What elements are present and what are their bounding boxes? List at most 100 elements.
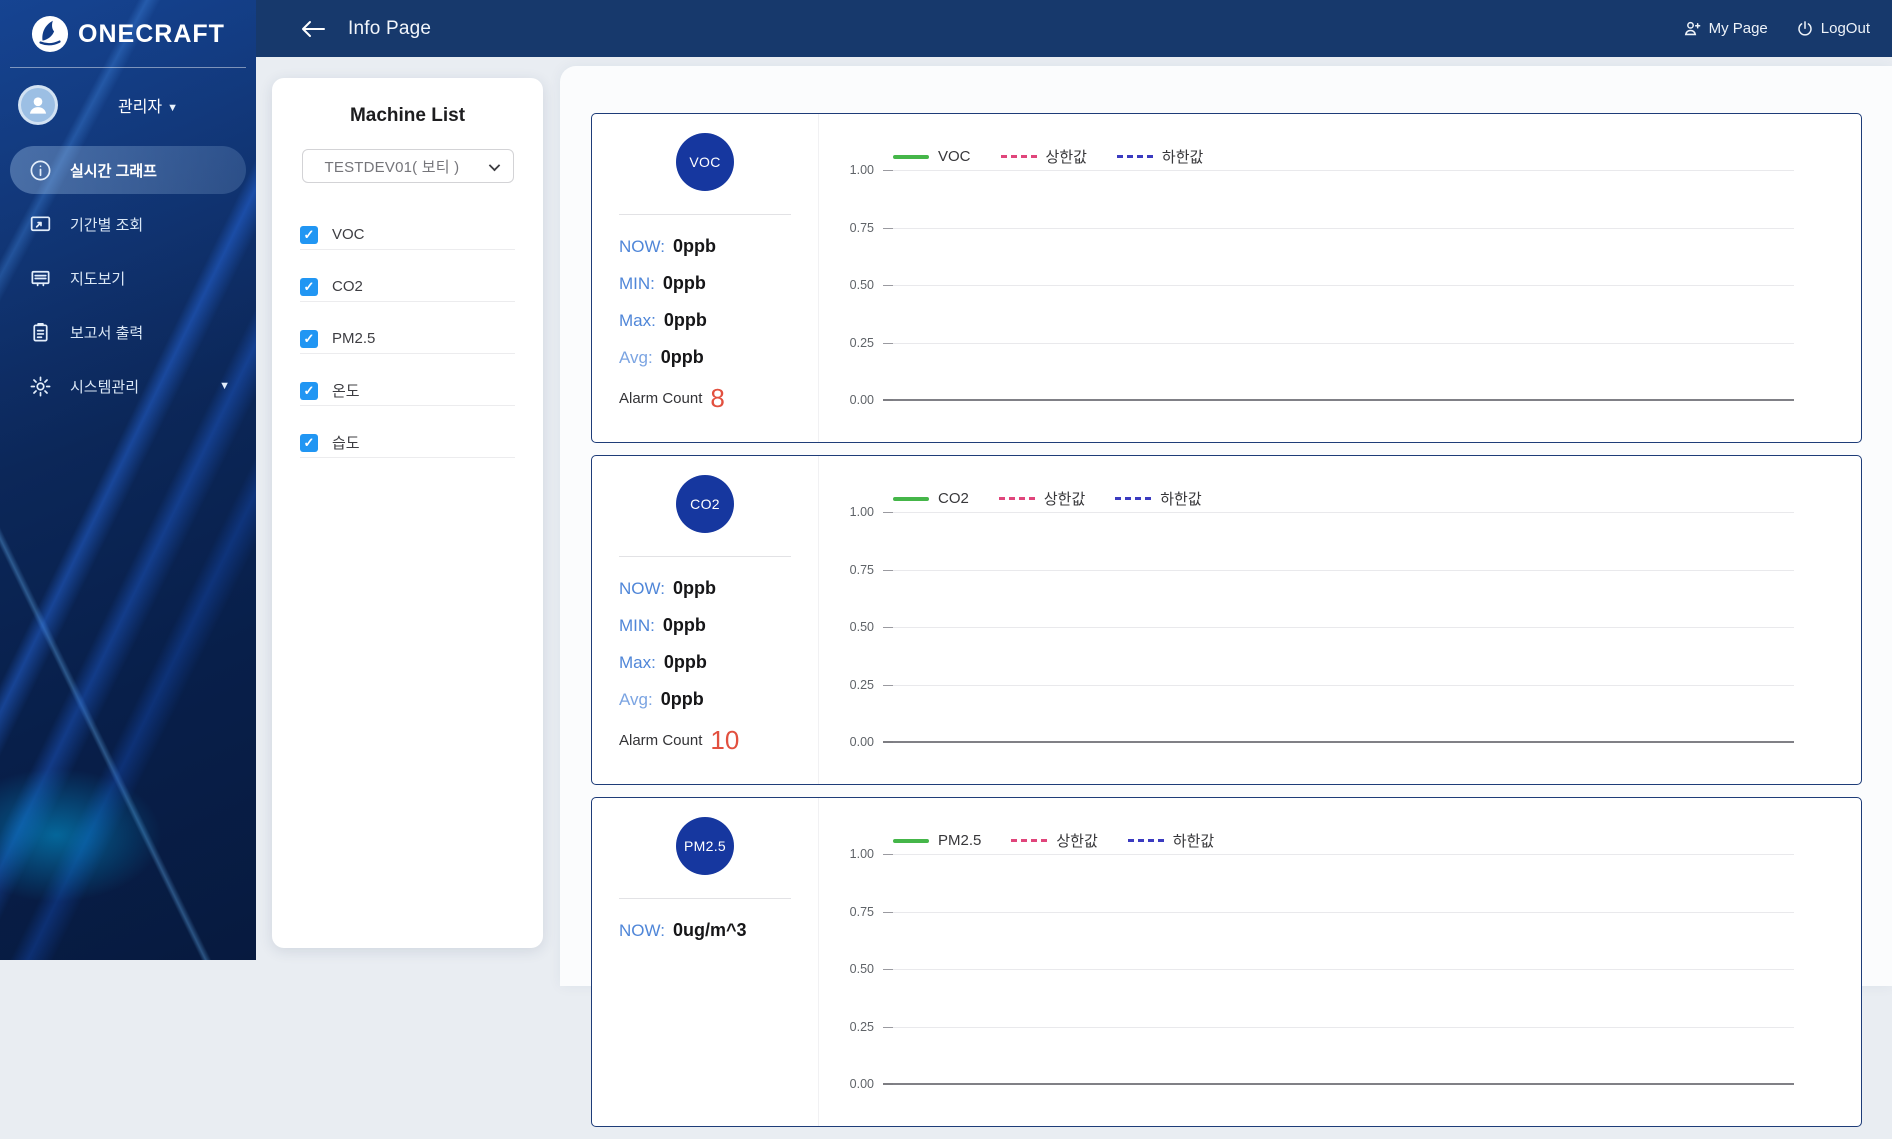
my-page-label: My Page xyxy=(1708,20,1768,37)
y-tick: 0.50 xyxy=(849,962,874,976)
sensor-badge: PM2.5 xyxy=(676,817,734,875)
screen-share-icon xyxy=(28,212,52,236)
checkbox-row-humidity[interactable]: 습도 xyxy=(300,428,515,458)
chevron-down-icon: ▼ xyxy=(167,102,179,114)
map-board-icon xyxy=(28,266,52,290)
checkbox-checked-icon[interactable] xyxy=(300,381,318,400)
sensor-summary: CO2 NOW: 0ppb MIN: 0ppb Max: 0ppb Avg: 0… xyxy=(592,456,819,784)
gridline: 0.75 xyxy=(819,905,1794,919)
y-tick: 1.00 xyxy=(849,505,874,519)
sidebar-item-label: 지도보기 xyxy=(70,270,126,288)
sidebar-item-label: 시스템관리 xyxy=(70,378,140,396)
legend-swatch-dashed-pink xyxy=(998,497,1035,500)
sidebar-item-system-admin[interactable]: 시스템관리 ▼ xyxy=(10,362,246,410)
gridline: 0.50 xyxy=(819,962,1794,976)
gridline: 1.00 xyxy=(819,505,1794,519)
sensor-stats: NOW: 0ppb MIN: 0ppb Max: 0ppb Avg: 0ppb … xyxy=(619,578,808,754)
divider xyxy=(619,214,791,215)
gridline: 1.00 xyxy=(819,163,1794,177)
y-tick: 0.00 xyxy=(849,1077,874,1091)
checkbox-checked-icon[interactable] xyxy=(300,225,318,244)
brand-name: ONECRAFT xyxy=(78,19,225,48)
alarm-count: Alarm Count 10 xyxy=(619,725,740,755)
legend-swatch-dashed-pink xyxy=(1011,839,1048,842)
sensor-card-co2: CO2 NOW: 0ppb MIN: 0ppb Max: 0ppb Avg: 0… xyxy=(591,455,1862,785)
report-clipboard-icon xyxy=(28,320,52,344)
sidebar-item-label: 실시간 그래프 xyxy=(70,162,157,180)
stat-now: NOW: 0ppb xyxy=(619,236,716,256)
x-axis-line: 0.00 xyxy=(819,735,1794,749)
sensor-stats: NOW: 0ppb MIN: 0ppb Max: 0ppb Avg: 0ppb … xyxy=(619,236,808,412)
sensor-line-chart: PM2.5 상한값 하한값 1.00 0.75 0.50 0.25 0.00 xyxy=(819,798,1861,1126)
legend-swatch-solid-green xyxy=(893,496,929,501)
back-arrow-icon[interactable] xyxy=(300,18,326,40)
legend-swatch-dashed-blue xyxy=(1116,155,1153,158)
profile-row[interactable]: 관리자 ▼ xyxy=(18,85,238,125)
content-area: VOC NOW: 0ppb MIN: 0ppb Max: 0ppb Avg: 0… xyxy=(256,57,1892,1127)
gridline: 0.50 xyxy=(819,620,1794,634)
device-select[interactable]: TESTDEV01( 보티 ) xyxy=(301,149,514,183)
checkbox-row-voc[interactable]: VOC xyxy=(300,220,515,250)
machine-list-title: Machine List xyxy=(349,105,466,126)
role-label: 관리자 xyxy=(117,99,163,116)
gear-icon xyxy=(28,374,52,398)
y-tick: 0.00 xyxy=(849,735,874,749)
avatar xyxy=(18,85,58,125)
device-select-value: TESTDEV01( 보티 ) xyxy=(324,158,460,176)
y-tick: 0.50 xyxy=(849,278,874,292)
stat-min: MIN: 0ppb xyxy=(619,615,706,635)
gridline: 0.25 xyxy=(819,336,1794,350)
checkbox-row-co2[interactable]: CO2 xyxy=(300,272,515,302)
sidebar-item-period-search[interactable]: 기간별 조회 xyxy=(10,200,246,248)
stat-now: NOW: 0ug/m^3 xyxy=(619,920,747,940)
y-tick: 0.75 xyxy=(849,221,874,235)
chevron-down-icon: ▼ xyxy=(219,380,230,392)
gridline: 0.25 xyxy=(819,1020,1794,1034)
alarm-count: Alarm Count 8 xyxy=(619,383,725,413)
divider xyxy=(619,898,791,899)
sensor-stats: NOW: 0ug/m^3 xyxy=(619,920,808,957)
checkbox-checked-icon[interactable] xyxy=(300,433,318,452)
y-tick: 0.50 xyxy=(849,620,874,634)
machine-list-panel: Machine List TESTDEV01( 보티 ) VOC CO2 PM2… xyxy=(272,78,543,948)
sidebar-item-realtime-graph[interactable]: 실시간 그래프 xyxy=(10,146,246,194)
sidebar-item-map-view[interactable]: 지도보기 xyxy=(10,254,246,302)
gridline: 0.75 xyxy=(819,221,1794,235)
sensor-summary: PM2.5 NOW: 0ug/m^3 xyxy=(592,798,819,1126)
sidebar: ONECRAFT 관리자 ▼ 실시간 그래프 기간별 조회 지도보기 보고서 출… xyxy=(0,0,256,960)
y-tick: 0.25 xyxy=(849,1020,874,1034)
sensor-line-chart: CO2 상한값 하한값 1.00 0.75 0.50 0.25 0.00 xyxy=(819,456,1861,784)
chevron-down-icon xyxy=(488,159,500,172)
divider xyxy=(10,67,246,68)
sensor-cards-list: VOC NOW: 0ppb MIN: 0ppb Max: 0ppb Avg: 0… xyxy=(591,113,1862,1139)
stat-avg: Avg: 0ppb xyxy=(619,347,704,367)
checkbox-row-pm25[interactable]: PM2.5 xyxy=(300,324,515,354)
stat-min: MIN: 0ppb xyxy=(619,273,706,293)
y-tick: 1.00 xyxy=(849,847,874,861)
x-axis-line: 0.00 xyxy=(819,1077,1794,1091)
my-page-button[interactable]: My Page xyxy=(1683,19,1768,38)
sensor-line-chart: VOC 상한값 하한값 1.00 0.75 0.50 0.25 0.00 xyxy=(819,114,1861,442)
gridline: 0.25 xyxy=(819,678,1794,692)
y-tick: 0.75 xyxy=(849,563,874,577)
onecraft-sail-icon xyxy=(31,15,69,53)
logout-button[interactable]: LogOut xyxy=(1796,20,1870,38)
stat-avg: Avg: 0ppb xyxy=(619,689,704,709)
stat-max: Max: 0ppb xyxy=(619,652,707,672)
legend-swatch-solid-green xyxy=(893,154,929,159)
y-tick: 0.00 xyxy=(849,393,874,407)
y-tick: 0.25 xyxy=(849,336,874,350)
stat-now: NOW: 0ppb xyxy=(619,578,716,598)
checkbox-checked-icon[interactable] xyxy=(300,277,318,296)
brand-logo: ONECRAFT xyxy=(0,0,256,53)
stat-max: Max: 0ppb xyxy=(619,310,707,330)
checkbox-checked-icon[interactable] xyxy=(300,329,318,348)
y-tick: 0.75 xyxy=(849,905,874,919)
divider xyxy=(619,556,791,557)
checkbox-row-temperature[interactable]: 온도 xyxy=(300,376,515,406)
sidebar-item-label: 보고서 출력 xyxy=(70,324,144,342)
sidebar-item-report-print[interactable]: 보고서 출력 xyxy=(10,308,246,356)
y-tick: 0.25 xyxy=(849,678,874,692)
sensor-checkbox-list: VOC CO2 PM2.5 온도 습도 xyxy=(272,220,543,458)
sidebar-background-streaks xyxy=(0,0,256,960)
